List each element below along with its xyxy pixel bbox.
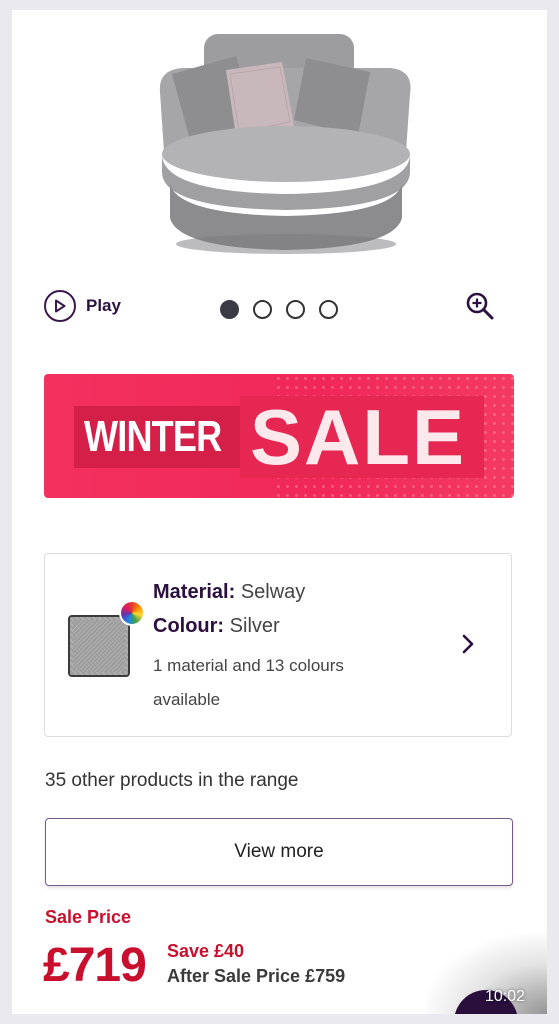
colour-line: Colour: Silver xyxy=(153,615,280,638)
carousel-dot-3[interactable] xyxy=(286,300,305,319)
carousel-dot-2[interactable] xyxy=(253,300,272,319)
product-page: Play WINTER SALE Material: Selway Colour… xyxy=(12,10,547,1014)
save-amount: Save £40 xyxy=(167,941,245,961)
carousel-pagination xyxy=(220,300,338,319)
winter-sale-banner[interactable]: WINTER SALE xyxy=(44,374,514,498)
colour-value: Silver xyxy=(229,615,280,637)
carousel-controls: Play xyxy=(12,290,547,330)
material-value: Selway xyxy=(240,581,306,603)
sale-price-label: Sale Price xyxy=(45,907,132,927)
range-count-text: 35 other products in the range xyxy=(45,770,299,791)
material-label: Material: xyxy=(153,581,236,603)
colour-wheel-icon xyxy=(119,600,145,626)
carousel-dot-4[interactable] xyxy=(319,300,338,319)
play-video-button[interactable]: Play xyxy=(44,290,121,322)
colour-label: Colour: xyxy=(153,615,225,637)
play-icon xyxy=(44,290,76,322)
fabric-swatch xyxy=(68,615,130,677)
chevron-right-icon xyxy=(462,634,474,654)
sale-price-value: £719 xyxy=(43,939,147,992)
zoom-in-icon[interactable] xyxy=(464,290,496,322)
banner-word-sale: SALE xyxy=(250,393,467,481)
carousel-dot-1[interactable] xyxy=(220,300,239,319)
after-sale-price: After Sale Price £759 xyxy=(167,966,346,986)
view-more-button[interactable]: View more xyxy=(45,818,513,886)
banner-word-winter: WINTER xyxy=(84,412,222,461)
options-availability: 1 material and 13 colours available xyxy=(153,656,344,709)
status-time: 10:02 xyxy=(484,988,525,1005)
material-colour-selector[interactable]: Material: Selway Colour: Silver 1 materi… xyxy=(44,553,512,737)
material-line: Material: Selway xyxy=(153,581,305,604)
play-label: Play xyxy=(86,296,121,315)
seat-cushion xyxy=(162,126,410,182)
product-image[interactable] xyxy=(138,22,438,277)
